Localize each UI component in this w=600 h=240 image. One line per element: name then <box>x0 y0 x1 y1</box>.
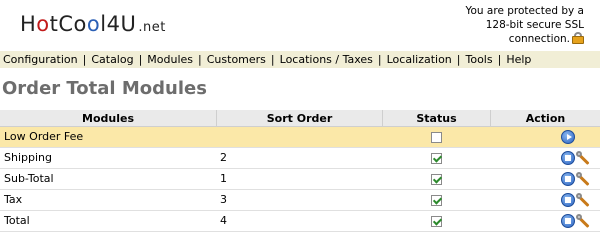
column-header-action: Action <box>490 110 600 126</box>
status-cell <box>382 190 490 210</box>
status-checkbox[interactable] <box>430 152 442 164</box>
column-header-status: Status <box>382 110 490 126</box>
edit-wrench-icon[interactable] <box>576 193 590 208</box>
menu-separator: | <box>270 53 275 66</box>
ssl-notice: You are protected by a 128-bit secure SS… <box>434 5 584 47</box>
uninstall-icon[interactable] <box>561 172 575 186</box>
table-row[interactable]: Low Order Fee <box>0 127 600 148</box>
menu-item-configuration[interactable]: Configuration <box>0 51 78 68</box>
column-header-modules: Modules <box>82 112 134 125</box>
menu-item-modules[interactable]: Modules <box>147 51 193 68</box>
status-cell <box>382 127 490 147</box>
status-cell <box>382 211 490 231</box>
module-name: Total <box>4 214 30 227</box>
lock-icon <box>572 32 584 44</box>
menu-item-customers[interactable]: Customers <box>207 51 266 68</box>
action-cell <box>490 190 600 210</box>
action-cell <box>490 169 600 189</box>
column-header-sort-order: Sort Order <box>216 110 382 126</box>
menu-item-tools[interactable]: Tools <box>466 51 493 68</box>
menu-separator: | <box>198 53 202 66</box>
status-checkbox[interactable] <box>430 194 442 206</box>
menu-separator: | <box>377 53 382 66</box>
edit-wrench-icon[interactable] <box>576 172 590 187</box>
action-cell <box>490 127 600 147</box>
modules-table: Modules Sort Order Status Action Low Ord… <box>0 110 600 232</box>
ssl-line-3: connection. <box>508 33 570 45</box>
status-checkbox[interactable] <box>430 173 442 185</box>
logo-suffix: .net <box>138 20 166 35</box>
module-name: Sub-Total <box>4 172 54 185</box>
edit-wrench-icon[interactable] <box>576 214 590 229</box>
menu-separator: | <box>138 53 143 66</box>
logo-letter: o <box>36 12 50 36</box>
action-cell <box>490 211 600 231</box>
table-row[interactable]: Sub-Total 1 <box>0 169 600 190</box>
module-name: Low Order Fee <box>4 130 84 143</box>
table-row[interactable]: Shipping 2 <box>0 148 600 169</box>
action-cell <box>490 148 600 168</box>
ssl-line-1: You are protected by a <box>465 5 584 17</box>
menu-item-catalog[interactable]: Catalog <box>91 51 133 68</box>
menu-separator: | <box>82 53 87 66</box>
table-row[interactable]: Tax 3 <box>0 190 600 211</box>
header: HotCool4U .net You are protected by a 128… <box>0 0 600 50</box>
logo-letter: H <box>20 12 37 36</box>
logo-letter: 4U <box>106 12 137 36</box>
sort-order <box>216 127 382 147</box>
site-logo[interactable]: HotCool4U .net <box>20 12 166 36</box>
menu-item-help[interactable]: Help <box>506 51 531 68</box>
ssl-line-3-row: connection. <box>434 32 584 47</box>
main-menu: Configuration | Catalog | Modules | Customers |… <box>0 51 600 68</box>
logo-letter: tCo <box>49 12 87 36</box>
page-title: Order Total Modules <box>2 78 207 99</box>
sort-order: 3 <box>220 193 227 206</box>
sort-order: 1 <box>220 172 227 185</box>
sort-order: 2 <box>220 151 227 164</box>
logo-letter: o <box>86 12 101 36</box>
status-cell <box>382 169 490 189</box>
status-cell <box>382 148 490 168</box>
module-name: Tax <box>4 193 23 206</box>
menu-item-locations-taxes[interactable]: Locations / Taxes <box>280 51 373 68</box>
menu-item-localization[interactable]: Localization <box>387 51 452 68</box>
uninstall-icon[interactable] <box>561 214 575 228</box>
menu-separator: | <box>497 53 502 66</box>
info-arrow-icon[interactable] <box>561 130 575 144</box>
status-checkbox[interactable] <box>430 131 442 143</box>
menu-separator: | <box>456 53 461 66</box>
uninstall-icon[interactable] <box>561 151 575 165</box>
table-header-row: Modules Sort Order Status Action <box>0 110 600 127</box>
module-name: Shipping <box>4 151 52 164</box>
table-row[interactable]: Total 4 <box>0 211 600 232</box>
edit-wrench-icon[interactable] <box>576 151 590 166</box>
sort-order: 4 <box>220 214 227 227</box>
status-checkbox[interactable] <box>430 215 442 227</box>
ssl-line-2: 128-bit secure SSL <box>485 18 584 31</box>
uninstall-icon[interactable] <box>561 193 575 207</box>
